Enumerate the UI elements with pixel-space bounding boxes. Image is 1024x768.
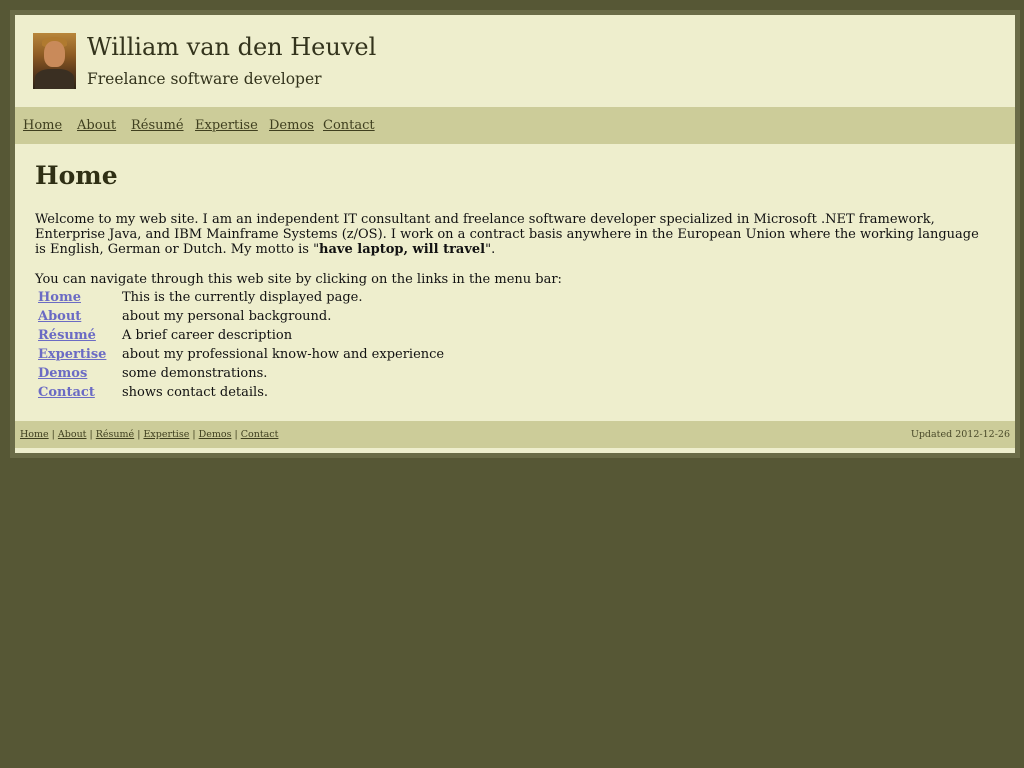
nav-desc: A brief career description — [122, 328, 293, 343]
footer-link-home[interactable]: Home — [20, 429, 49, 440]
site-subtitle: Freelance software developer — [87, 70, 322, 88]
motto-text: have laptop, will travel — [319, 242, 486, 257]
menu-link-home[interactable]: Home — [23, 118, 62, 133]
menu-link-contact[interactable]: Contact — [323, 118, 375, 133]
intro-paragraph: Welcome to my web site. I am an independ… — [35, 212, 985, 257]
footer-link-expertise[interactable]: Expertise — [143, 429, 189, 440]
nav-link-resume[interactable]: Résumé — [38, 328, 96, 343]
footer-separator: | — [192, 429, 196, 440]
footer-link-demos[interactable]: Demos — [199, 429, 232, 440]
menu-link-demos[interactable]: Demos — [269, 118, 314, 133]
main-content: Home Welcome to my web site. I am an ind… — [35, 161, 985, 400]
page-frame: William van den Heuvel Freelance softwar… — [10, 10, 1020, 458]
nav-link-about[interactable]: About — [38, 309, 81, 324]
footer-link-contact[interactable]: Contact — [241, 429, 279, 440]
intro-text: Welcome to my web site. I am an independ… — [35, 212, 979, 257]
avatar — [33, 33, 76, 89]
nav-desc: This is the currently displayed page. — [122, 290, 363, 305]
nav-desc: shows contact details. — [122, 385, 269, 400]
footer-link-resume[interactable]: Résumé — [96, 429, 134, 440]
menu-bar: Home About Résumé Expertise Demos Contac… — [15, 107, 1015, 144]
site-title: William van den Heuvel — [87, 33, 377, 61]
updated-date: Updated 2012-12-26 — [910, 429, 1010, 440]
avatar-body — [35, 69, 74, 89]
nav-desc: about my personal background. — [122, 309, 332, 324]
footer-separator: | — [137, 429, 141, 440]
nav-link-demos[interactable]: Demos — [38, 366, 87, 381]
nav-link-expertise[interactable]: Expertise — [38, 347, 106, 362]
site-header: William van den Heuvel Freelance softwar… — [15, 15, 1015, 107]
menu-link-resume[interactable]: Résumé — [131, 118, 184, 133]
footer-separator: | — [89, 429, 93, 440]
nav-desc: some demonstrations. — [122, 366, 268, 381]
nav-desc: about my professional know-how and exper… — [122, 347, 445, 362]
menu-link-about[interactable]: About — [77, 118, 116, 133]
avatar-face — [44, 41, 65, 67]
nav-link-contact[interactable]: Contact — [38, 385, 95, 400]
nav-link-home[interactable]: Home — [38, 290, 81, 305]
nav-intro-text: You can navigate through this web site b… — [35, 272, 562, 287]
site-footer: Home | About | Résumé | Expertise | Demo… — [15, 421, 1015, 448]
footer-separator: | — [51, 429, 55, 440]
footer-separator: | — [234, 429, 238, 440]
footer-link-about[interactable]: About — [58, 429, 87, 440]
intro-end: ". — [485, 242, 496, 257]
menu-link-expertise[interactable]: Expertise — [195, 118, 258, 133]
page-heading: Home — [35, 161, 118, 190]
footer-links: Home | About | Résumé | Expertise | Demo… — [20, 429, 278, 440]
